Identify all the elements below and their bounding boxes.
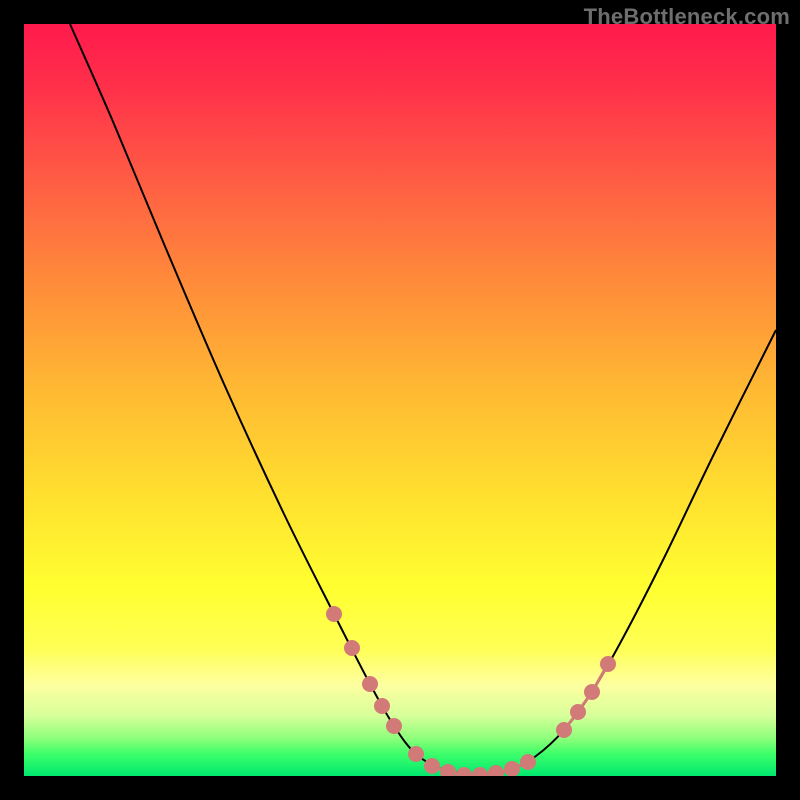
marker-dot (408, 746, 424, 762)
marker-dot (424, 758, 440, 774)
marker-dot (570, 704, 586, 720)
bottleneck-curve-left (70, 24, 476, 775)
curve-plot (24, 24, 776, 776)
marker-dot (374, 698, 390, 714)
chart-area (24, 24, 776, 776)
marker-dot (326, 606, 342, 622)
marker-dot (456, 767, 472, 776)
marker-dot (556, 722, 572, 738)
marker-dot (520, 754, 536, 770)
marker-dot (488, 765, 504, 776)
marker-dot (504, 761, 520, 776)
marker-dot (584, 684, 600, 700)
marker-dot (600, 656, 616, 672)
marker-dot (344, 640, 360, 656)
watermark-text: TheBottleneck.com (584, 4, 790, 30)
marker-dot (440, 764, 456, 776)
bottleneck-curve-right (476, 330, 776, 775)
marker-dot (472, 767, 488, 776)
marker-dot (362, 676, 378, 692)
marker-group (326, 606, 616, 776)
marker-dot (386, 718, 402, 734)
